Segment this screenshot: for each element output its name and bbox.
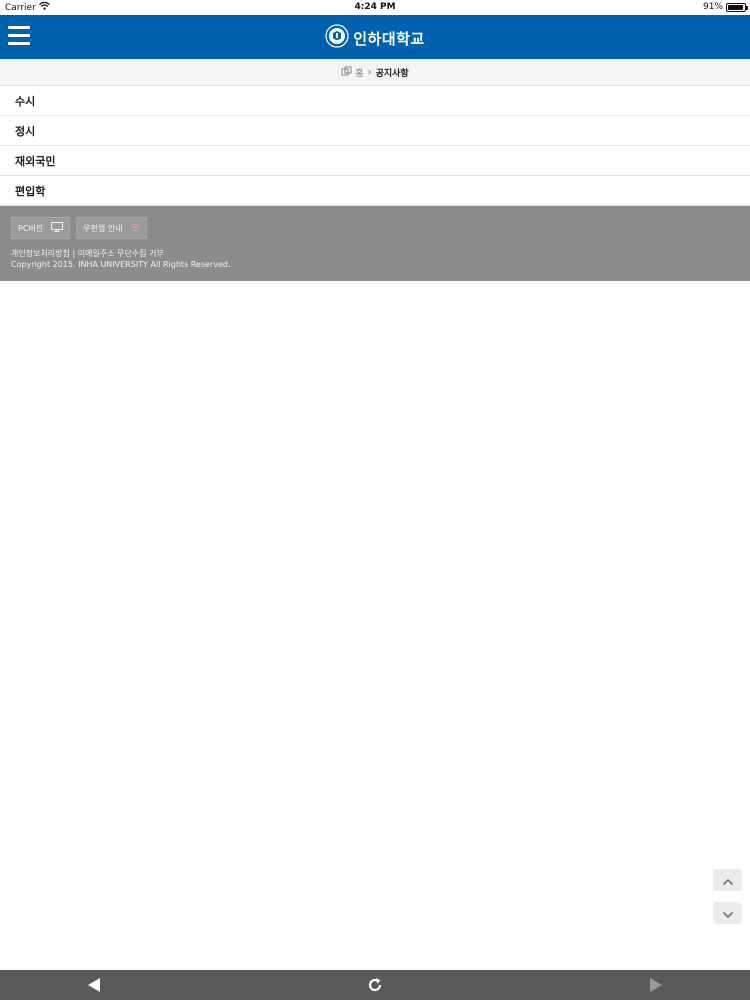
- browser-toolbar: [0, 970, 750, 1000]
- menu-item-transfer[interactable]: 편입학: [0, 176, 750, 206]
- site-title: 인하대학교: [353, 29, 425, 48]
- breadcrumb: 홈 › 공지사항: [0, 59, 750, 86]
- back-arrow-icon[interactable]: [84, 976, 104, 994]
- pc-version-button[interactable]: PC버전: [11, 217, 71, 239]
- chevron-down-icon: [722, 904, 734, 923]
- email-refusal-link[interactable]: 이메일주소 무단수집 거부: [78, 249, 164, 258]
- menu-list: 수시 정시 재외국민 편입학: [0, 86, 750, 206]
- scroll-up-button[interactable]: [713, 869, 742, 891]
- status-bar: Carrier 4:24 PM 91%: [0, 0, 750, 15]
- scroll-down-button[interactable]: [713, 902, 742, 924]
- forward-arrow-icon[interactable]: [646, 976, 666, 994]
- chevron-right-icon: ›: [367, 66, 372, 78]
- site-header: 인하대학교: [0, 15, 750, 59]
- status-right: 91%: [702, 2, 748, 12]
- menu-item-jeongsi[interactable]: 정시: [0, 116, 750, 146]
- privacy-policy-link[interactable]: 개인정보처리방침: [11, 249, 70, 258]
- battery-icon: [726, 2, 748, 12]
- chevron-up-icon: [722, 871, 734, 890]
- copyright-text: Copyright 2015. INHA UNIVERSITY All Righ…: [11, 260, 231, 269]
- signal-icon: [130, 223, 140, 233]
- reload-icon[interactable]: [365, 976, 385, 994]
- mail-guide-label: 우편행 안내: [83, 223, 123, 233]
- status-time: 4:24 PM: [354, 2, 396, 12]
- home-icon[interactable]: [341, 66, 352, 79]
- menu-item-overseas[interactable]: 재외국민: [0, 146, 750, 176]
- breadcrumb-home[interactable]: 홈: [355, 66, 363, 79]
- footer-buttons: PC버전 우편행 안내: [11, 217, 148, 239]
- menu-item-susi[interactable]: 수시: [0, 86, 750, 116]
- site-footer: PC버전 우편행 안내 개인정보처리방침 | 이메일주소 무단수집 거부 Cop…: [0, 206, 750, 281]
- university-emblem-icon: [325, 24, 349, 52]
- mail-guide-button[interactable]: 우편행 안내: [76, 217, 148, 239]
- site-logo[interactable]: 인하대학교: [0, 24, 750, 52]
- monitor-icon: [51, 222, 64, 234]
- footer-separator: |: [72, 249, 76, 258]
- footer-links: 개인정보처리방침 | 이메일주소 무단수집 거부: [11, 248, 164, 259]
- breadcrumb-current: 공지사항: [375, 68, 409, 79]
- battery-percent: 91%: [702, 2, 723, 12]
- pc-version-label: PC버전: [18, 223, 44, 233]
